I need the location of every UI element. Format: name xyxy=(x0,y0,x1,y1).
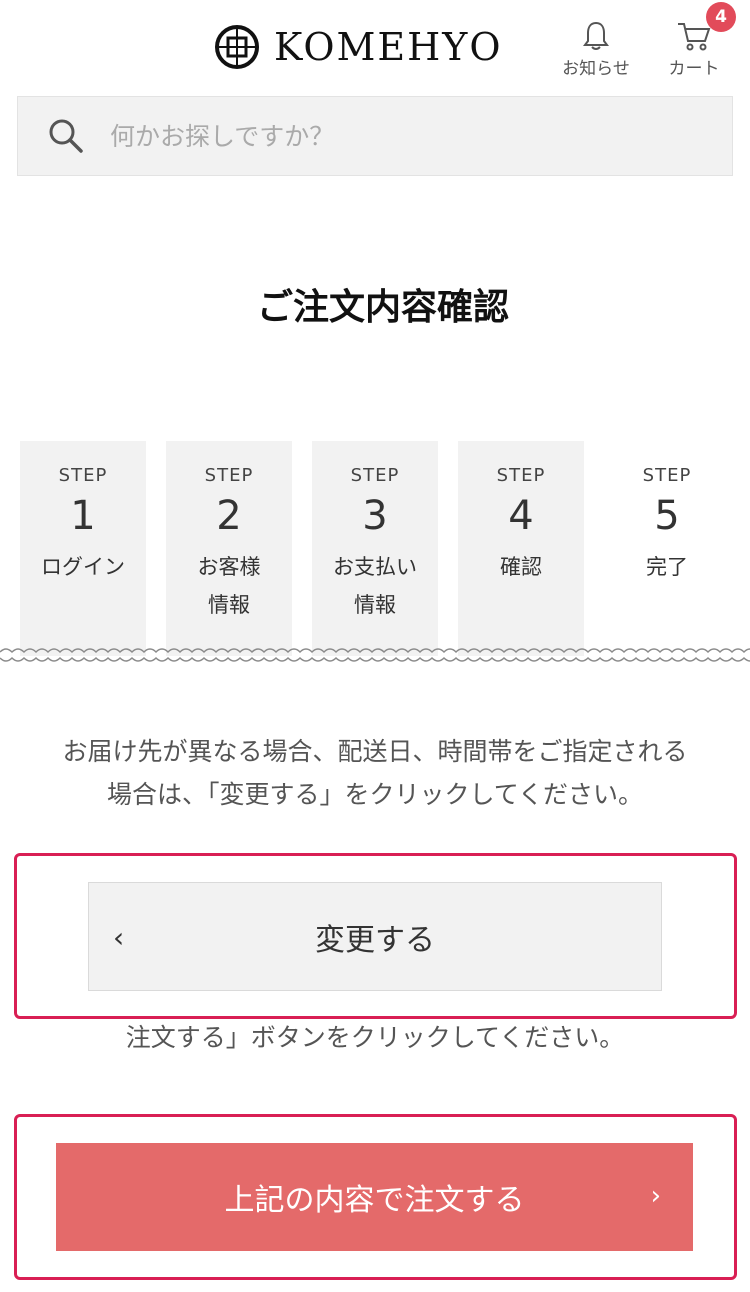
step-5: STEP 5 完了 xyxy=(604,441,730,656)
step-number: 3 xyxy=(362,493,388,539)
order-instructions: 注文する」ボタンをクリックしてください。 xyxy=(125,1023,625,1052)
step-label: STEP xyxy=(350,465,400,486)
cart-label: カート xyxy=(668,59,720,79)
change-instructions: お届け先が異なる場合、配送日、時間帯をご指定される場合は、「変更する」をクリック… xyxy=(62,737,688,809)
step-label: STEP xyxy=(642,465,692,486)
step-1: STEP 1 ログイン xyxy=(20,441,146,656)
step-number: 2 xyxy=(216,493,242,539)
step-number: 1 xyxy=(70,493,96,539)
step-label: STEP xyxy=(496,465,546,486)
step-label: STEP xyxy=(204,465,254,486)
place-order-button[interactable]: 上記の内容で注文する › xyxy=(56,1143,693,1251)
page-title: ご注文内容確認 xyxy=(256,287,509,328)
step-name: ログイン xyxy=(41,555,125,579)
logo-mark-icon xyxy=(215,25,259,69)
step-number: 5 xyxy=(654,493,680,539)
cart-icon xyxy=(678,23,711,51)
search-icon[interactable] xyxy=(46,116,86,156)
step-name: 確認 xyxy=(500,555,542,579)
change-button-label: 変更する xyxy=(315,922,435,958)
search-bar[interactable] xyxy=(17,96,733,176)
step-4: STEP 4 確認 xyxy=(458,441,584,656)
chevron-left-icon: ‹ xyxy=(113,921,125,954)
cart-count-badge: 4 xyxy=(706,2,736,32)
step-2: STEP 2 お客様 情報 xyxy=(166,441,292,656)
chevron-right-icon: › xyxy=(650,1181,661,1211)
torn-edge-divider xyxy=(0,648,750,666)
bell-icon xyxy=(583,21,609,50)
step-name: お支払い 情報 xyxy=(333,555,417,617)
change-button[interactable]: ‹ 変更する xyxy=(88,882,662,991)
place-order-label: 上記の内容で注文する xyxy=(224,1183,525,1218)
step-number: 4 xyxy=(508,493,534,539)
notification-label: お知らせ xyxy=(562,59,630,79)
step-3: STEP 3 お支払い 情報 xyxy=(312,441,438,656)
brand-logo[interactable]: KOMEHYO xyxy=(214,22,503,72)
search-input[interactable] xyxy=(108,120,672,152)
step-label: STEP xyxy=(58,465,108,486)
notification-button[interactable]: お知らせ xyxy=(556,20,636,79)
brand-name: KOMEHYO xyxy=(274,25,503,69)
step-name: お客様 情報 xyxy=(197,555,261,617)
step-name: 完了 xyxy=(646,555,688,579)
